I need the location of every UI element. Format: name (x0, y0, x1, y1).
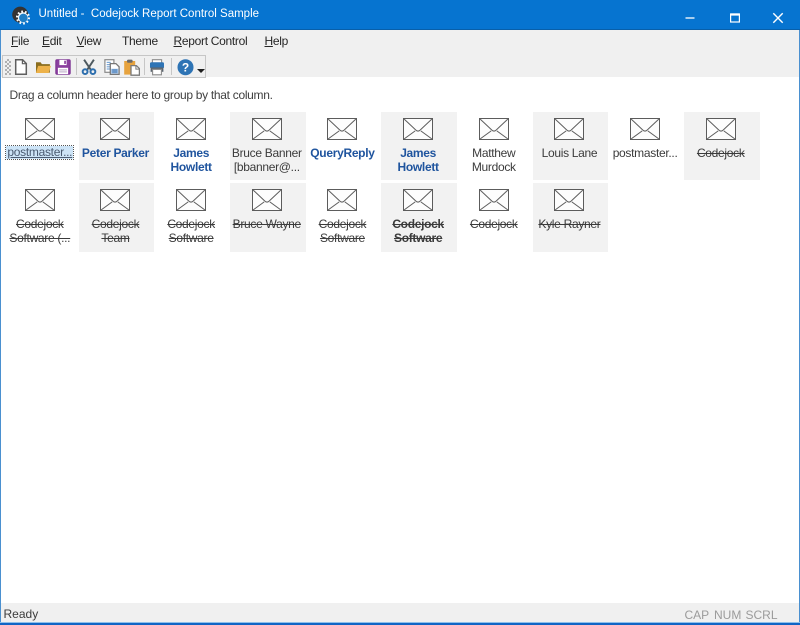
svg-text:?: ? (182, 60, 189, 74)
